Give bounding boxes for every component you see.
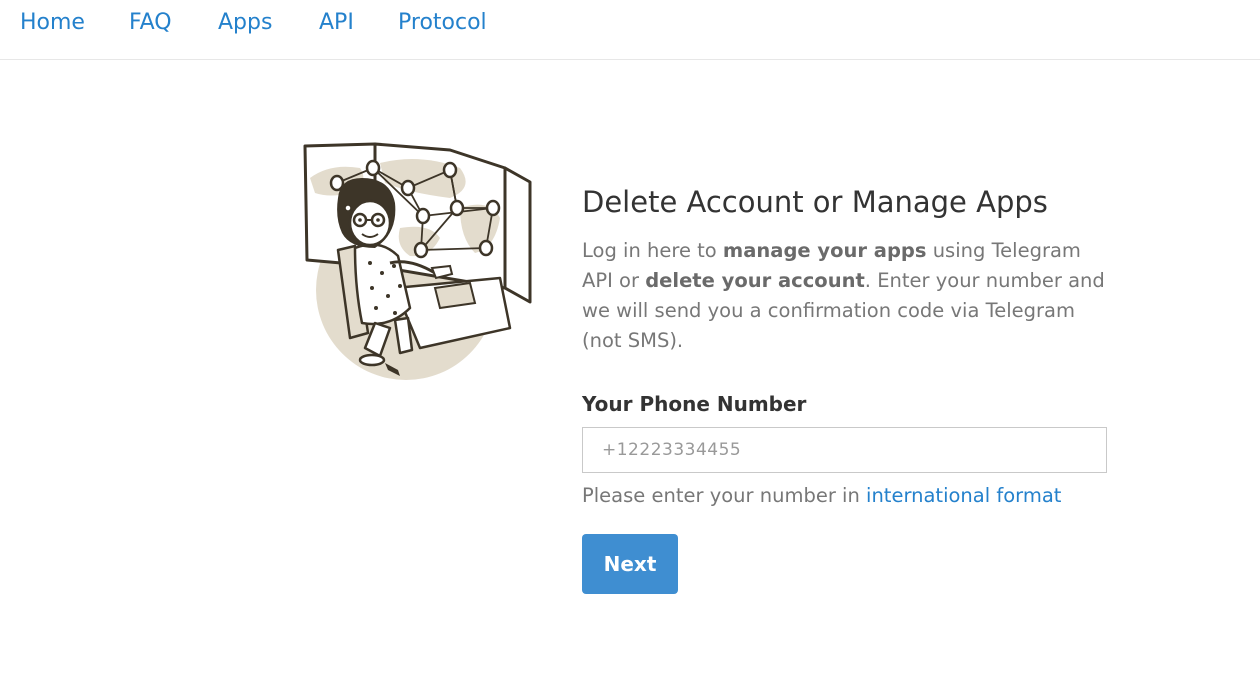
- phone-number-input[interactable]: [582, 427, 1107, 473]
- nav-protocol-link[interactable]: Protocol: [398, 8, 487, 38]
- description-bold-manage-apps: manage your apps: [722, 239, 927, 262]
- woman-world-map-icon: [303, 142, 532, 380]
- phone-hint: Please enter your number in internationa…: [582, 482, 1112, 510]
- login-panel: Delete Account or Manage Apps Log in her…: [582, 180, 1112, 594]
- phone-hint-text: Please enter your number in: [582, 484, 867, 507]
- nav-faq-link[interactable]: FAQ: [129, 8, 172, 38]
- top-navigation: Home FAQ Apps API Protocol: [0, 0, 1260, 60]
- nav-home-link[interactable]: Home: [20, 8, 85, 38]
- phone-number-label: Your Phone Number: [582, 392, 807, 416]
- nav-apps-link[interactable]: Apps: [218, 8, 272, 38]
- page-description: Log in here to manage your apps using Te…: [582, 236, 1112, 356]
- page-title: Delete Account or Manage Apps: [582, 185, 1048, 219]
- description-text-1: Log in here to: [582, 239, 723, 262]
- description-bold-delete-account: delete your account: [645, 269, 865, 292]
- next-button[interactable]: Next: [582, 534, 678, 594]
- nav-api-link[interactable]: API: [319, 8, 354, 38]
- international-format-link[interactable]: international format: [866, 484, 1061, 507]
- telegram-illustration: [300, 138, 535, 380]
